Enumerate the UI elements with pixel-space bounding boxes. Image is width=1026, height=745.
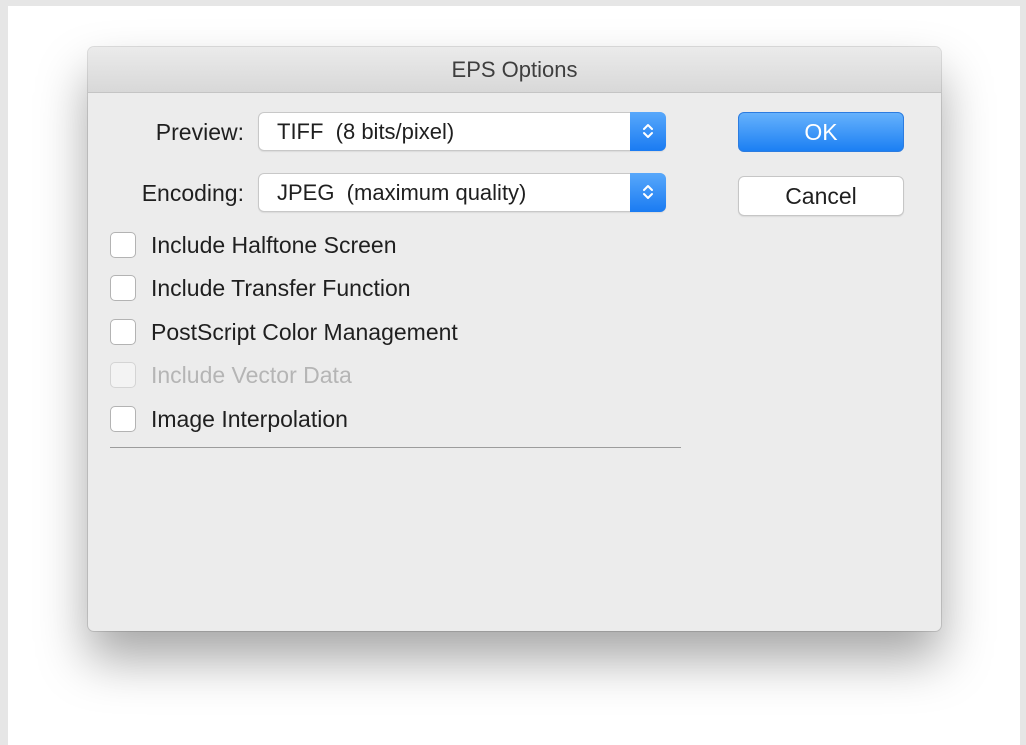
encoding-popup[interactable]: JPEG (maximum quality) xyxy=(258,173,666,212)
option-label: Include Halftone Screen xyxy=(151,232,397,258)
preview-stepper[interactable] xyxy=(630,112,666,151)
encoding-label: Encoding: xyxy=(141,180,244,206)
option-label: Include Transfer Function xyxy=(151,275,411,301)
up-down-chevron-icon xyxy=(643,124,653,138)
checkbox[interactable] xyxy=(110,232,136,258)
checkbox[interactable] xyxy=(110,319,136,345)
preview-value: TIFF (8 bits/pixel) xyxy=(277,119,455,144)
ok-button[interactable]: OK xyxy=(738,112,904,152)
divider xyxy=(110,447,681,448)
option-label: PostScript Color Management xyxy=(151,319,458,345)
encoding-stepper[interactable] xyxy=(630,173,666,212)
encoding-value: JPEG (maximum quality) xyxy=(277,180,527,205)
up-down-chevron-icon xyxy=(643,185,653,199)
checkbox[interactable] xyxy=(110,406,136,432)
checkbox xyxy=(110,362,136,388)
eps-options-dialog: EPS Options Preview: TIFF (8 bits/pixel)… xyxy=(88,47,941,631)
preview-popup[interactable]: TIFF (8 bits/pixel) xyxy=(258,112,666,151)
checkbox[interactable] xyxy=(110,275,136,301)
cancel-button[interactable]: Cancel xyxy=(738,176,904,216)
option-label: Include Vector Data xyxy=(151,362,352,388)
preview-label: Preview: xyxy=(155,119,244,145)
option-label: Image Interpolation xyxy=(151,406,348,432)
dialog-title: EPS Options xyxy=(88,47,941,93)
